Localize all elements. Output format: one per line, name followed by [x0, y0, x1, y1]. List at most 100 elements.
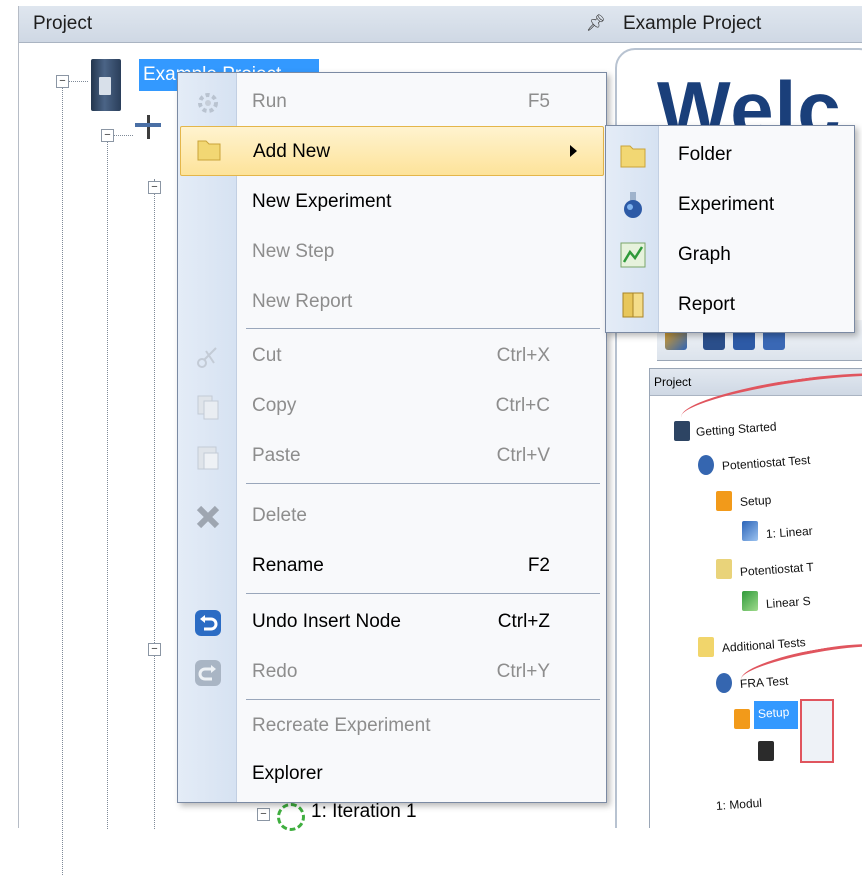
project-panel-title: Project [33, 13, 93, 34]
submenu-item-folder[interactable]: Folder [608, 130, 852, 180]
submenu-item-graph[interactable]: Graph [608, 230, 852, 280]
step-icon [742, 591, 758, 611]
menu-item-label: New Step [252, 241, 335, 262]
project-panel-header: Project 📌︎ [19, 6, 616, 43]
submenu-item-report[interactable]: Report [608, 280, 852, 330]
mini-tree-item: Potentiostat T [739, 559, 815, 579]
collapse-node-toggle[interactable]: − [148, 181, 161, 194]
menu-item-label: New Report [252, 291, 353, 312]
undo-icon [195, 610, 221, 636]
menu-item-run[interactable]: Run F5 [180, 77, 604, 127]
step-icon [758, 741, 774, 761]
menu-item-shortcut: Ctrl+V [496, 445, 550, 466]
menu-item-shortcut: Ctrl+Z [497, 611, 550, 632]
mini-tree-item: Additional Tests [721, 635, 807, 655]
menu-separator [246, 328, 600, 329]
menu-separator [246, 593, 600, 594]
menu-item-cut[interactable]: Cut Ctrl+X [180, 331, 604, 381]
mini-tree-item: FRA Test [739, 673, 789, 691]
paste-icon [197, 446, 219, 470]
tree-guide-line [62, 75, 63, 875]
redo-icon [195, 660, 221, 686]
menu-item-label: Copy [252, 395, 297, 416]
menu-item-undo-insert-node[interactable]: Undo Insert Node Ctrl+Z [180, 597, 604, 647]
menu-item-new-step[interactable]: New Step [180, 227, 604, 277]
submenu-item-label: Report [678, 294, 736, 315]
tree-guide-line [68, 81, 88, 82]
step-icon [742, 521, 758, 541]
screenshot-project-panel: Project Getting Started Potentiostat Tes… [649, 362, 862, 828]
menu-item-label: Redo [252, 661, 298, 682]
submenu-arrow-icon [570, 145, 577, 157]
menu-item-paste[interactable]: Paste Ctrl+V [180, 431, 604, 481]
menu-item-new-report[interactable]: New Report [180, 277, 604, 327]
menu-item-label: Cut [252, 345, 282, 366]
tree-guide-line [154, 179, 155, 829]
menu-item-label: Delete [252, 505, 307, 526]
scissors-icon [197, 347, 217, 368]
menu-item-shortcut: F2 [527, 555, 550, 576]
menu-item-label: Rename [252, 555, 324, 576]
tree-guide-line [107, 129, 108, 829]
collapse-node-toggle[interactable]: − [101, 129, 114, 142]
run-gear-icon [198, 93, 218, 113]
menu-separator [246, 483, 600, 484]
folder-icon [620, 145, 646, 168]
copy-icon [197, 395, 219, 420]
report-book-icon [622, 292, 644, 318]
mini-tree-item: Setup [757, 704, 790, 721]
menu-item-rename[interactable]: Rename F2 [180, 541, 604, 591]
tree-item-iteration[interactable]: 1: Iteration 1 [311, 801, 417, 823]
iteration-icon [277, 803, 305, 831]
menu-item-new-experiment[interactable]: New Experiment [180, 177, 604, 227]
submenu-item-label: Experiment [678, 194, 775, 215]
folder-icon [698, 637, 714, 657]
menu-item-shortcut: Ctrl+C [495, 395, 550, 416]
project-binder-icon [91, 59, 121, 111]
collapse-node-toggle[interactable]: − [257, 808, 270, 821]
context-menu: Run F5 Add New New Experiment New Step N… [177, 72, 607, 803]
mini-selected-item: Setup [754, 701, 798, 729]
delete-x-icon [196, 505, 220, 529]
menu-item-label: Run [252, 91, 287, 112]
menu-item-delete[interactable]: Delete [180, 491, 604, 541]
menu-item-shortcut: F5 [527, 91, 550, 112]
collapse-node-toggle[interactable]: − [148, 643, 161, 656]
menu-item-add-new[interactable]: Add New [180, 126, 604, 176]
setup-gear-icon [716, 491, 732, 511]
add-new-submenu: Folder Experiment Graph Report [605, 125, 855, 333]
document-tab-title[interactable]: Example Project [623, 13, 761, 34]
menu-item-label: Paste [252, 445, 301, 466]
experiment-flask-icon [698, 455, 714, 475]
binder-icon [674, 421, 690, 441]
menu-item-label: Explorer [252, 763, 323, 784]
menu-item-label: Add New [253, 141, 331, 162]
menu-item-explorer[interactable]: Explorer [180, 749, 604, 799]
menu-item-shortcut: Ctrl+Y [496, 661, 550, 682]
mini-tree-item: 1: Linear [765, 523, 814, 541]
document-panel-header: Example Project [615, 6, 862, 43]
menu-item-label: New Experiment [252, 191, 392, 212]
mini-tree-item: Linear S [765, 593, 812, 611]
submenu-item-label: Graph [678, 244, 731, 265]
menu-item-copy[interactable]: Copy Ctrl+C [180, 381, 604, 431]
folder-icon [197, 140, 221, 161]
mini-tree-item: Potentiostat Test [721, 452, 811, 473]
graph-icon [620, 242, 646, 268]
annotation-box [800, 699, 834, 763]
menu-item-label: Undo Insert Node [252, 611, 401, 632]
submenu-item-label: Folder [678, 144, 732, 165]
menu-item-redo[interactable]: Redo Ctrl+Y [180, 647, 604, 697]
menu-item-shortcut: Ctrl+X [496, 345, 550, 366]
mini-tree-item: Setup [739, 492, 772, 509]
menu-separator [246, 699, 600, 700]
pin-icon[interactable]: 📌︎ [586, 6, 606, 42]
submenu-item-experiment[interactable]: Experiment [608, 180, 852, 230]
menu-item-recreate-experiment[interactable]: Recreate Experiment [180, 701, 604, 751]
collapse-root-toggle[interactable]: − [56, 75, 69, 88]
experiment-flask-icon [716, 673, 732, 693]
mini-tree-item: 1: Modul [715, 795, 763, 813]
tree-guide-line [113, 135, 133, 136]
setup-gear-icon [734, 709, 750, 729]
experiment-flask-icon [624, 192, 642, 218]
